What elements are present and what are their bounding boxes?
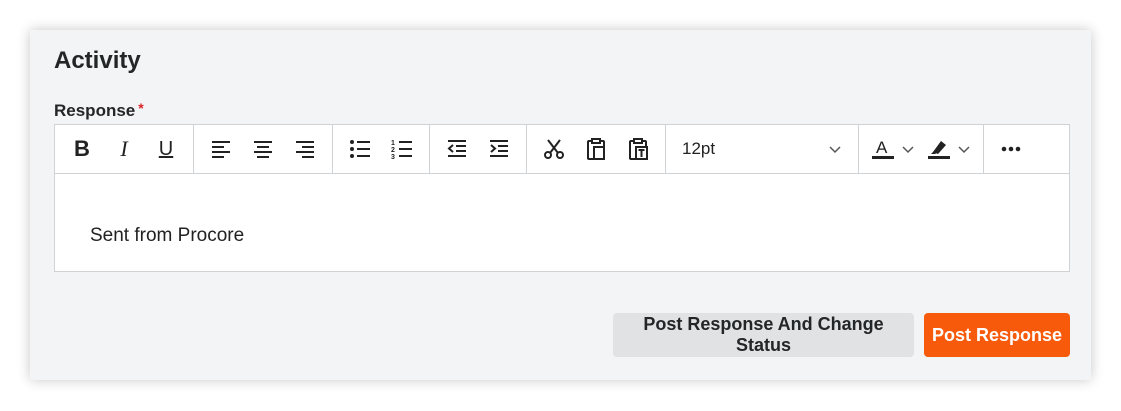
paste-icon bbox=[587, 138, 605, 160]
bold-button[interactable]: B bbox=[61, 129, 103, 169]
bold-icon: B bbox=[74, 136, 90, 161]
font-size-group: 12pt bbox=[666, 125, 859, 173]
numbered-list-icon: 123 bbox=[391, 140, 412, 160]
numbered-list-button[interactable]: 123 bbox=[381, 129, 423, 169]
align-right-button[interactable] bbox=[284, 129, 326, 169]
editor-toolbar: B I U 1 2 3 12pt A bbox=[55, 125, 1069, 174]
svg-text:1: 1 bbox=[391, 140, 395, 147]
align-right-icon bbox=[296, 141, 314, 158]
activity-panel: Activity Response * B I U 1 2 3 12pt A S… bbox=[30, 30, 1091, 380]
cut-icon bbox=[544, 139, 564, 159]
align-center-icon bbox=[254, 141, 272, 158]
rich-text-editor: B I U 1 2 3 12pt A Sent from Procore bbox=[54, 124, 1070, 272]
clipboard-group bbox=[527, 125, 666, 173]
underline-icon: U bbox=[158, 137, 174, 160]
required-indicator: * bbox=[138, 100, 144, 116]
activity-title: Activity bbox=[54, 47, 141, 74]
more-button[interactable] bbox=[990, 129, 1032, 169]
indent-group bbox=[430, 125, 527, 173]
svg-text:A: A bbox=[876, 138, 888, 157]
indent-button[interactable] bbox=[478, 129, 520, 169]
outdent-icon bbox=[447, 140, 466, 157]
highlight-icon bbox=[928, 141, 950, 159]
text-style-group: B I U bbox=[55, 125, 194, 173]
response-label-text: Response bbox=[54, 101, 136, 120]
more-icon bbox=[1001, 146, 1021, 152]
color-group: A bbox=[859, 125, 984, 173]
italic-icon: I bbox=[120, 136, 128, 161]
editor-content[interactable]: Sent from Procore bbox=[90, 225, 244, 247]
underline-button[interactable]: U bbox=[145, 129, 187, 169]
more-group bbox=[984, 125, 1038, 173]
font-color-icon: A bbox=[872, 138, 894, 159]
response-label: Response * bbox=[54, 100, 144, 121]
paste-as-text-icon bbox=[629, 138, 648, 160]
paste-button[interactable] bbox=[575, 129, 617, 169]
list-group: 123 bbox=[333, 125, 430, 173]
font-size-value: 12pt bbox=[682, 139, 716, 158]
font-size-dropdown[interactable]: 12pt bbox=[672, 129, 852, 169]
post-response-button[interactable]: Post Response bbox=[924, 313, 1070, 357]
italic-button[interactable]: I bbox=[103, 129, 145, 169]
svg-text:2: 2 bbox=[391, 147, 395, 154]
bullet-list-icon bbox=[350, 140, 370, 158]
align-left-icon bbox=[212, 141, 230, 158]
outdent-button[interactable] bbox=[436, 129, 478, 169]
post-response-change-status-button[interactable]: Post Response And Change Status bbox=[613, 313, 914, 357]
cut-button[interactable] bbox=[533, 129, 575, 169]
chevron-down-icon bbox=[958, 146, 970, 154]
font-color-button[interactable]: A bbox=[865, 129, 921, 169]
svg-text:3: 3 bbox=[391, 154, 395, 160]
paste-as-text-button[interactable] bbox=[617, 129, 659, 169]
chevron-down-icon bbox=[902, 146, 914, 154]
highlight-color-button[interactable] bbox=[921, 129, 977, 169]
alignment-group bbox=[194, 125, 333, 173]
align-left-button[interactable] bbox=[200, 129, 242, 169]
bullet-list-button[interactable] bbox=[339, 129, 381, 169]
indent-icon bbox=[490, 140, 508, 157]
chevron-down-icon bbox=[829, 146, 841, 154]
align-center-button[interactable] bbox=[242, 129, 284, 169]
